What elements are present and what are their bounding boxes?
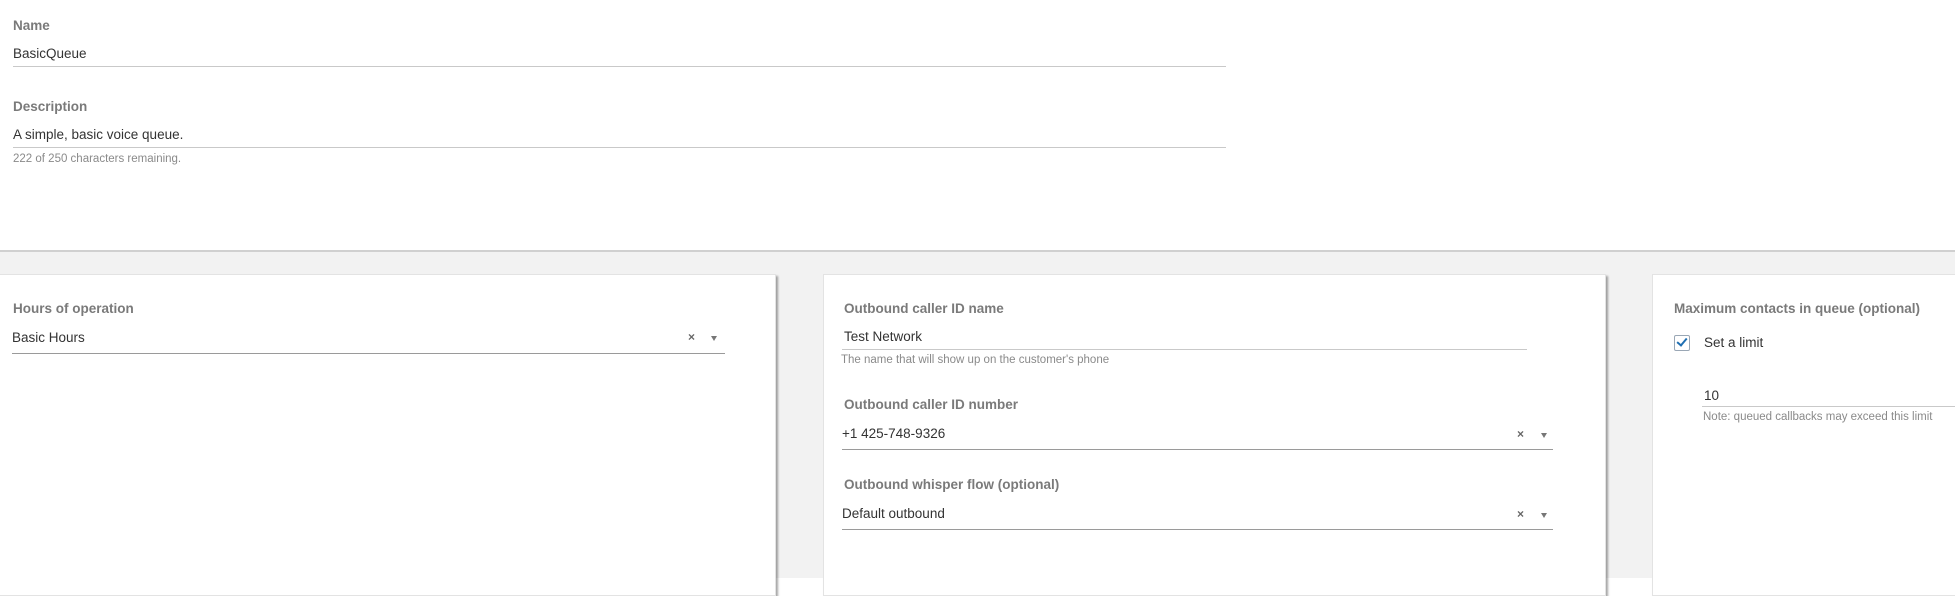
- caller-id-number-underline: [842, 449, 1553, 450]
- max-contacts-label: Maximum contacts in queue (optional): [1674, 301, 1921, 316]
- limit-hint: Note: queued callbacks may exceed this l…: [1703, 411, 1933, 423]
- hours-select-underline: [12, 353, 725, 354]
- hours-label: Hours of operation: [13, 301, 134, 316]
- hours-card: Hours of operation Basic Hours ×: [0, 274, 776, 596]
- caller-id-name-input[interactable]: Test Network: [844, 329, 922, 344]
- hours-select[interactable]: Basic Hours: [12, 330, 85, 345]
- description-input-underline: [13, 147, 1226, 148]
- hours-caret-down-icon[interactable]: [711, 336, 717, 341]
- whisper-flow-select[interactable]: Default outbound: [842, 506, 945, 521]
- caller-id-number-label: Outbound caller ID number: [844, 397, 1019, 412]
- whisper-flow-underline: [842, 529, 1553, 530]
- set-limit-checkbox[interactable]: [1674, 335, 1690, 351]
- caller-id-number-clear-icon[interactable]: ×: [1517, 427, 1524, 441]
- description-char-counter: 222 of 250 characters remaining.: [13, 153, 182, 165]
- caller-id-number-select[interactable]: +1 425-748-9326: [842, 426, 945, 441]
- max-contacts-card: Maximum contacts in queue (optional) Set…: [1652, 274, 1955, 596]
- name-label: Name: [13, 18, 50, 33]
- set-limit-label[interactable]: Set a limit: [1704, 335, 1763, 350]
- whisper-flow-label: Outbound whisper flow (optional): [844, 477, 1060, 492]
- queue-details-section: Name BasicQueue Description A simple, ba…: [0, 0, 1955, 250]
- caller-id-name-underline: [842, 349, 1527, 350]
- name-input-underline: [13, 66, 1226, 67]
- description-input[interactable]: A simple, basic voice queue.: [13, 127, 183, 142]
- outbound-card: Outbound caller ID name Test Network The…: [823, 274, 1606, 596]
- limit-input-underline: [1702, 406, 1955, 407]
- hours-clear-icon[interactable]: ×: [688, 330, 695, 344]
- caller-id-name-hint: The name that will show up on the custom…: [841, 354, 1110, 366]
- caller-id-name-label: Outbound caller ID name: [844, 301, 1004, 316]
- caller-id-number-caret-down-icon[interactable]: [1541, 433, 1547, 438]
- limit-input[interactable]: 10: [1704, 388, 1719, 403]
- name-input[interactable]: BasicQueue: [13, 46, 87, 61]
- whisper-flow-caret-down-icon[interactable]: [1541, 513, 1547, 518]
- whisper-flow-clear-icon[interactable]: ×: [1517, 507, 1524, 521]
- description-label: Description: [13, 99, 88, 114]
